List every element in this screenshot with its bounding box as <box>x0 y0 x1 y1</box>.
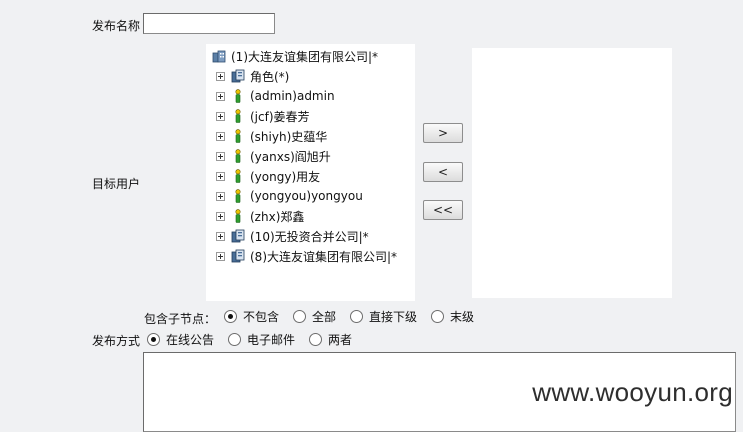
tree-item-label[interactable]: 角色(*) <box>250 68 289 85</box>
tree-item-label[interactable]: (admin)admin <box>250 89 335 103</box>
publish-name-input[interactable] <box>143 13 275 34</box>
radio-button[interactable] <box>309 333 323 346</box>
expand-icon[interactable] <box>216 231 225 241</box>
organization-icon <box>212 50 226 63</box>
watermark-text: www.wooyun.org <box>532 377 733 407</box>
radio-button[interactable] <box>224 310 237 323</box>
publish-method-option-label: 两者 <box>328 333 353 347</box>
expand-icon[interactable] <box>216 71 225 81</box>
include-children-option[interactable]: 全部 <box>293 308 336 325</box>
user-tree-panel[interactable]: (1)大连友谊集团有限公司|* 角色(*) (admin)admin (jcf)姜春… <box>206 44 415 301</box>
user-icon <box>235 149 241 163</box>
tree-item[interactable]: 角色(*) <box>216 66 289 86</box>
include-children-option[interactable]: 不包含 <box>224 308 279 325</box>
expand-icon[interactable] <box>216 191 225 201</box>
tree-root[interactable]: (1)大连友谊集团有限公司|* <box>212 46 378 66</box>
tree-item[interactable]: (admin)admin <box>216 86 335 106</box>
user-icon <box>235 189 241 203</box>
include-children-option-label: 不包含 <box>243 310 280 324</box>
expand-icon[interactable] <box>216 131 225 141</box>
tree-item[interactable]: (8)大连友谊集团有限公司|* <box>216 246 397 266</box>
tree-item-label[interactable]: (jcf)姜春芳 <box>250 108 310 125</box>
publish-method-option[interactable]: 电子邮件 <box>228 331 295 348</box>
include-children-option-label: 直接下级 <box>369 310 418 324</box>
tree-item-label[interactable]: (10)无投资合并公司|* <box>250 228 369 245</box>
publish-method-options: 在线公告 电子邮件 两者 <box>147 331 366 348</box>
publish-method-option[interactable]: 两者 <box>309 331 352 348</box>
tree-item-label[interactable]: (yongy)用友 <box>250 168 320 185</box>
include-children-options: 不包含 全部 直接下级 末级 <box>224 308 488 325</box>
tree-root-label[interactable]: (1)大连友谊集团有限公司|* <box>231 48 378 65</box>
include-children-label: 包含子节点： <box>144 312 217 326</box>
tree-item-label[interactable]: (8)大连友谊集团有限公司|* <box>250 248 397 265</box>
radio-button[interactable] <box>431 310 445 323</box>
tree-item[interactable]: (shiyh)史蕴华 <box>216 126 327 146</box>
include-children-option[interactable]: 末级 <box>431 308 474 325</box>
include-children-option-label: 末级 <box>450 310 475 324</box>
radio-button[interactable] <box>293 310 307 323</box>
radio-button[interactable] <box>228 333 242 346</box>
radio-button[interactable] <box>147 333 160 346</box>
publish-method-option-label: 电子邮件 <box>247 333 296 347</box>
company-icon <box>231 249 245 263</box>
user-icon <box>235 89 241 103</box>
user-icon <box>235 169 241 183</box>
tree-item-label[interactable]: (yanxs)阎旭升 <box>250 148 331 165</box>
publish-method-option[interactable]: 在线公告 <box>147 331 214 348</box>
user-icon <box>235 109 241 123</box>
company-icon <box>231 229 245 243</box>
user-icon <box>235 129 241 143</box>
tree-item[interactable]: (zhx)郑鑫 <box>216 206 304 226</box>
publish-method-option-label: 在线公告 <box>166 333 215 347</box>
expand-icon[interactable] <box>216 111 225 121</box>
remove-button[interactable]: < <box>423 162 463 182</box>
selected-users-panel[interactable] <box>472 48 672 298</box>
expand-icon[interactable] <box>216 211 225 221</box>
tree-item-label[interactable]: (yongyou)yongyou <box>250 189 363 203</box>
expand-icon[interactable] <box>216 151 225 161</box>
tree-item[interactable]: (yanxs)阎旭升 <box>216 146 331 166</box>
tree-item-label[interactable]: (zhx)郑鑫 <box>250 208 304 225</box>
radio-button[interactable] <box>350 310 364 323</box>
add-button[interactable]: > <box>423 123 463 143</box>
publish-name-label: 发布名称 <box>92 19 141 33</box>
tree-item-label[interactable]: (shiyh)史蕴华 <box>250 128 327 145</box>
expand-icon[interactable] <box>216 171 225 181</box>
expand-icon[interactable] <box>216 91 225 101</box>
tree-item[interactable]: (jcf)姜春芳 <box>216 106 310 126</box>
include-children-option-label: 全部 <box>312 310 337 324</box>
publish-method-label: 发布方式 <box>92 334 141 348</box>
remove-all-button[interactable]: << <box>423 200 463 220</box>
user-icon <box>235 209 241 223</box>
role-icon <box>231 69 245 83</box>
tree-item[interactable]: (10)无投资合并公司|* <box>216 226 369 246</box>
expand-icon[interactable] <box>216 251 225 261</box>
target-users-label: 目标用户 <box>92 177 141 191</box>
tree-item[interactable]: (yongyou)yongyou <box>216 186 363 206</box>
tree-item[interactable]: (yongy)用友 <box>216 166 320 186</box>
include-children-option[interactable]: 直接下级 <box>350 308 417 325</box>
